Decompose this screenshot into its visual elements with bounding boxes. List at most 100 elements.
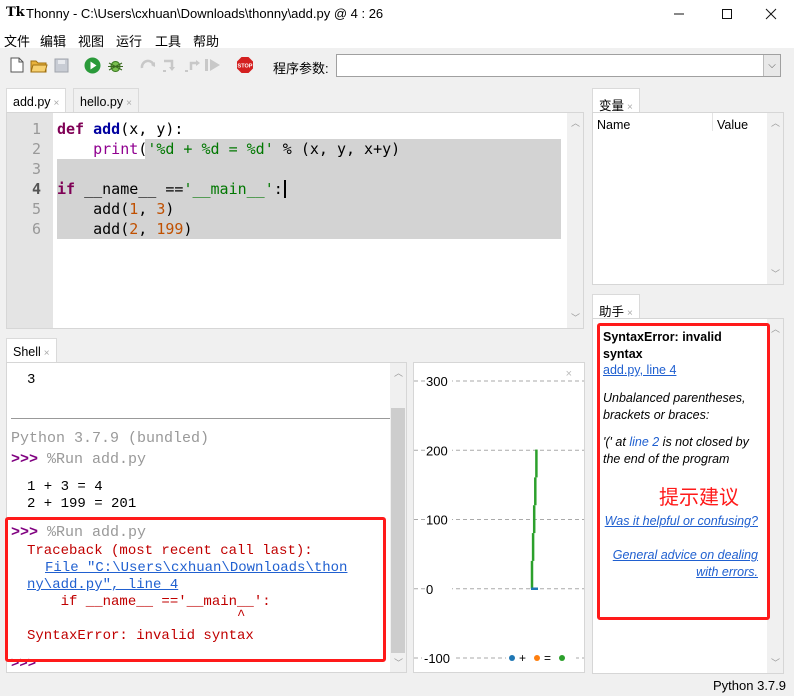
open-file-button[interactable] — [30, 56, 48, 74]
y-tick-label: 200 — [426, 443, 448, 458]
legend-marker-y — [534, 655, 540, 661]
legend-plus: + — [519, 651, 526, 665]
shell-output: 1 + 3 = 4 — [27, 479, 103, 495]
legend-equals: = — [544, 651, 551, 665]
assistant-highlight-box — [597, 323, 770, 620]
column-header-name[interactable]: Name — [597, 118, 630, 132]
line-number: 6 — [31, 220, 41, 238]
scroll-up-icon[interactable]: ︿ — [390, 366, 406, 379]
bug-icon — [107, 60, 123, 72]
resume-button[interactable] — [203, 56, 221, 74]
column-header-value[interactable]: Value — [717, 118, 748, 132]
close-window-button[interactable] — [748, 0, 794, 28]
tab-hello-py[interactable]: hello.py × — [73, 88, 139, 112]
scroll-down-icon[interactable]: ﹀ — [567, 311, 584, 324]
minimize-icon — [674, 13, 684, 15]
maximize-button[interactable] — [704, 0, 750, 28]
scroll-down-icon[interactable]: ﹀ — [767, 656, 784, 669]
open-folder-icon — [30, 60, 48, 73]
step-into-button[interactable] — [161, 56, 179, 74]
program-args-dropdown[interactable]: ⌵ — [763, 55, 780, 76]
scroll-up-icon[interactable]: ︿ — [567, 116, 584, 129]
variables-panel: Name Value ︿ ﹀ — [592, 112, 784, 285]
chevron-down-icon: ⌵ — [768, 60, 776, 71]
y-tick-label: 0 — [426, 582, 433, 597]
run-icon — [84, 57, 100, 73]
step-out-icon — [184, 60, 200, 72]
plotter-chart: 300 200 100 0 -100 + = — [414, 373, 584, 666]
new-file-button[interactable] — [8, 56, 26, 74]
tab-shell[interactable]: Shell × — [6, 338, 57, 363]
line-number: 2 — [31, 140, 41, 158]
tab-label: Shell — [13, 345, 41, 359]
close-icon — [765, 8, 777, 20]
step-out-button[interactable] — [183, 56, 201, 74]
tab-close-icon[interactable]: × — [44, 348, 50, 359]
title-bar: Tk Thonny - C:\Users\cxhuan\Downloads\th… — [0, 0, 794, 28]
y-tick-label: 100 — [426, 513, 448, 528]
text-cursor — [283, 180, 286, 198]
legend-bg — [506, 650, 576, 666]
plotter-panel: 300 200 100 0 -100 + = × — [413, 362, 585, 673]
shell-scrollbar[interactable]: ︿ ﹀ — [390, 363, 406, 672]
legend-marker-sum — [559, 655, 565, 661]
shell-banner: Python 3.7.9 (bundled) — [11, 430, 210, 447]
scroll-up-icon[interactable]: ︿ — [767, 116, 784, 129]
legend-marker-x — [509, 655, 515, 661]
code-line-4: if __name__ =='__main__': — [57, 180, 286, 198]
tab-label: 变量 — [599, 99, 625, 113]
tab-label: hello.py — [80, 95, 124, 109]
tab-close-icon[interactable]: × — [54, 98, 60, 109]
svg-text:STOP: STOP — [238, 64, 253, 70]
step-into-icon — [162, 59, 175, 72]
run-button[interactable] — [83, 56, 101, 74]
code-line-5: add(1, 3) — [57, 200, 175, 218]
line-number-current: 4 — [31, 180, 41, 198]
y-tick-label: 300 — [426, 374, 448, 389]
interpreter-status[interactable]: Python 3.7.9 — [713, 678, 786, 693]
code-editor[interactable]: 1 2 3 4 5 6 def add(x, y): print('%d + %… — [6, 112, 584, 329]
maximize-icon — [722, 9, 732, 19]
line-number: 3 — [31, 160, 41, 178]
step-over-button[interactable] — [139, 56, 157, 74]
error-highlight-box — [5, 517, 386, 662]
debug-button[interactable] — [106, 56, 124, 74]
tab-assistant[interactable]: 助手 × — [592, 294, 640, 319]
shell-command: >>> %Run add.py — [11, 451, 147, 468]
scrollbar-thumb[interactable] — [391, 408, 405, 653]
code-line-2: print('%d + %d = %d' % (x, y, x+y) — [93, 140, 401, 158]
shell-separator — [11, 418, 391, 419]
scroll-down-icon[interactable]: ﹀ — [390, 656, 406, 669]
window-title: Thonny - C:\Users\cxhuan\Downloads\thonn… — [26, 6, 384, 21]
editor-scrollbar[interactable]: ︿ ﹀ — [567, 113, 583, 328]
code-line-1: def add(x, y): — [57, 120, 184, 138]
plotter-close-icon[interactable]: × — [566, 368, 572, 380]
tab-close-icon[interactable]: × — [126, 98, 132, 109]
save-button[interactable] — [52, 56, 70, 74]
tab-label: add.py — [13, 95, 51, 109]
tab-variables[interactable]: 变量 × — [592, 88, 640, 113]
tab-label: 助手 — [599, 305, 625, 319]
stop-button[interactable]: STOP — [236, 56, 254, 74]
minimize-button[interactable] — [656, 0, 702, 28]
thonny-logo-icon: Tk — [6, 5, 25, 20]
shell-output: 3 — [27, 372, 36, 388]
line-number-gutter: 1 2 3 4 5 6 — [7, 113, 53, 328]
tab-add-py[interactable]: add.py × — [6, 88, 67, 113]
program-args-label: 程序参数: — [273, 61, 329, 76]
scroll-down-icon[interactable]: ﹀ — [767, 267, 784, 280]
resume-icon — [204, 59, 220, 71]
column-divider[interactable] — [712, 113, 713, 131]
y-tick-label: -100 — [424, 651, 450, 666]
shell-output: 2 + 199 = 201 — [27, 496, 137, 512]
variables-scrollbar[interactable]: ︿ ﹀ — [767, 113, 783, 284]
step-over-icon — [140, 59, 155, 69]
program-args-input[interactable] — [336, 54, 781, 77]
line-number: 1 — [31, 120, 41, 138]
save-icon — [54, 58, 68, 72]
stop-icon: STOP — [237, 57, 253, 73]
code-line-6: add(2, 199) — [57, 220, 193, 238]
new-file-icon — [10, 57, 24, 73]
line-number: 5 — [31, 200, 41, 218]
menu-bar: 文件 编辑 视图 运行 工具 帮助 — [0, 28, 794, 49]
